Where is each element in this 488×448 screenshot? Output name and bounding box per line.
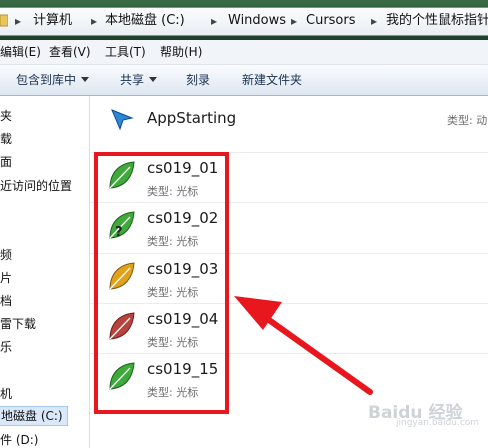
annotation-arrow: [234, 296, 373, 395]
watermark-url: jingyan.baidu.com: [396, 418, 480, 428]
